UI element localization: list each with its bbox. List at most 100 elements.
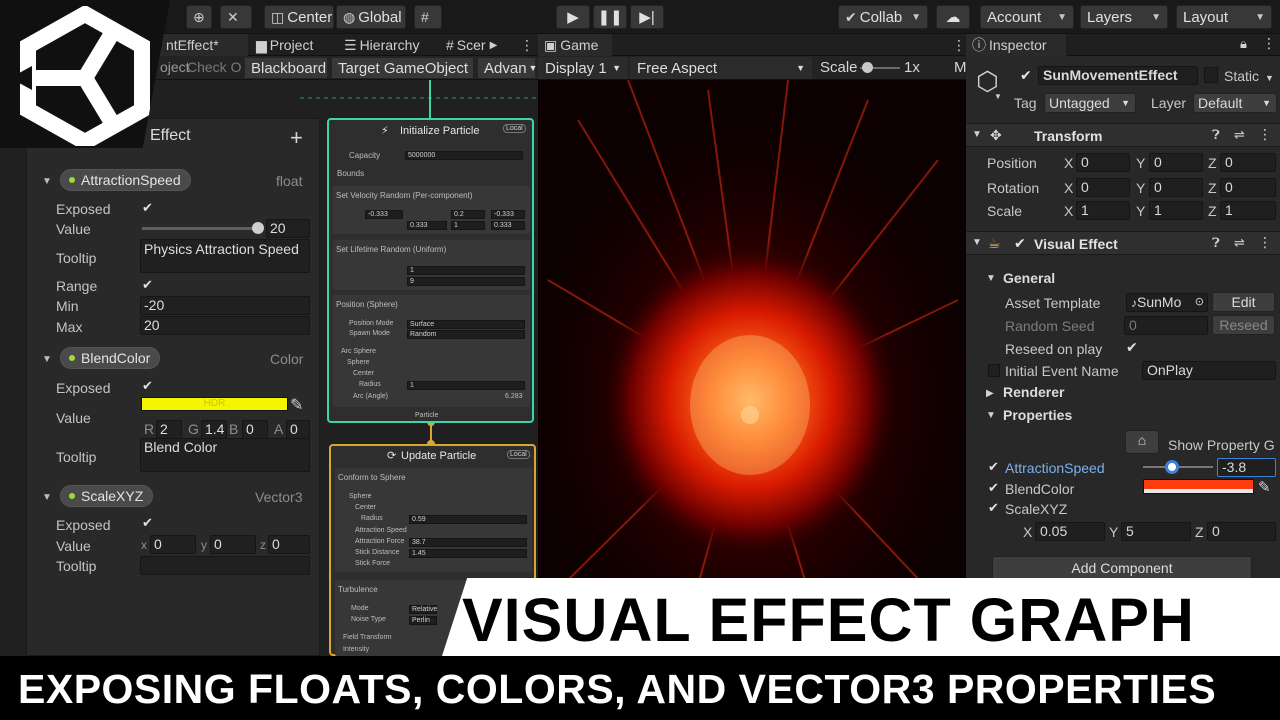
position-x[interactable]: 0 xyxy=(1076,153,1130,172)
local-badge[interactable]: Local xyxy=(503,124,526,133)
chevron-right-icon[interactable]: ▶ xyxy=(986,388,994,399)
help-icon[interactable]: ❓︎ xyxy=(1212,127,1220,143)
local-badge[interactable]: Local xyxy=(507,450,530,459)
pause-button[interactable]: ❚❚ xyxy=(593,5,627,29)
layout-dropdown[interactable]: Layout ▼ xyxy=(1176,5,1272,29)
add-property-button[interactable]: + xyxy=(290,127,303,149)
rotation-x[interactable]: 0 xyxy=(1076,178,1130,197)
vel-a-z[interactable]: -0.333 xyxy=(491,210,525,219)
reseed-button[interactable]: Reseed xyxy=(1212,315,1275,335)
eyedropper-icon[interactable]: ✎ xyxy=(1258,478,1271,496)
rotation-z[interactable]: 0 xyxy=(1220,178,1276,197)
eyedropper-icon[interactable]: ✎ xyxy=(290,395,303,415)
value-field[interactable]: 20 xyxy=(266,219,310,238)
enabled-checkbox[interactable]: ✔ xyxy=(1014,235,1026,252)
vel-b-x[interactable]: 0.333 xyxy=(407,221,447,230)
attraction-slider-handle[interactable] xyxy=(1165,460,1179,474)
tag-dropdown[interactable]: Untagged ▼ xyxy=(1044,93,1136,113)
object-name-field[interactable]: SunMovementEffect xyxy=(1038,66,1198,85)
tooltip-field[interactable] xyxy=(140,556,310,575)
color-swatch[interactable]: HDR xyxy=(141,397,288,411)
life-b-field[interactable]: 9 xyxy=(407,277,525,286)
a-field[interactable]: 0 xyxy=(286,420,310,439)
attraction-override-checkbox[interactable]: ✔ xyxy=(988,459,999,475)
set-lifetime-block[interactable]: Set Lifetime Random (Uniform) 1 9 xyxy=(333,240,530,290)
tooltip-field[interactable]: Blend Color xyxy=(140,438,310,472)
exposed-checkbox[interactable]: ✔ xyxy=(142,515,153,531)
vel-b-z[interactable]: 0.333 xyxy=(491,221,525,230)
check-out-label[interactable]: Check O xyxy=(187,59,241,75)
grid-snap-button[interactable]: # xyxy=(414,5,442,29)
presets-icon[interactable]: ⇌ xyxy=(1234,127,1245,143)
scale-xyz-y[interactable]: 5 xyxy=(1121,522,1191,541)
tab-vfx-graph[interactable]: ntEffect* xyxy=(160,34,248,56)
panel-menu-button[interactable]: ⋮ xyxy=(946,34,966,56)
position-z[interactable]: 0 xyxy=(1220,153,1276,172)
move-tool-button[interactable]: ⊕ xyxy=(186,5,212,29)
mode-field[interactable]: Relative xyxy=(409,605,437,614)
kebab-menu-icon[interactable]: ⋮ xyxy=(1262,35,1276,52)
exposed-checkbox[interactable]: ✔ xyxy=(142,378,153,394)
tab-inspector[interactable]: ⓘ Inspector xyxy=(966,34,1066,56)
cloud-button[interactable]: ☁ xyxy=(936,5,970,29)
vel-a-y[interactable]: 0.2 xyxy=(451,210,485,219)
exposed-checkbox[interactable]: ✔ xyxy=(142,200,153,216)
properties-foldout[interactable]: Properties xyxy=(1003,407,1072,423)
asset-template-field[interactable]: ♪SunMo ⊙ xyxy=(1126,293,1208,312)
conform-sphere-block[interactable]: Conform to Sphere Sphere Center Radius 0… xyxy=(335,468,532,572)
property-pill-scale-xyz[interactable]: ScaleXYZ xyxy=(60,485,154,507)
aspect-dropdown[interactable]: Free Aspect ▼ xyxy=(630,57,812,79)
general-foldout[interactable]: General xyxy=(1003,270,1055,286)
set-velocity-block[interactable]: Set Velocity Random (Per-component) -0.3… xyxy=(333,186,530,234)
custom-tool-button[interactable]: ✕ xyxy=(220,5,252,29)
tab-hierarchy[interactable]: ☰ Hierarchy xyxy=(338,34,438,56)
step-button[interactable]: ▶| xyxy=(630,5,664,29)
position-y[interactable]: 0 xyxy=(1149,153,1203,172)
property-pill-blend-color[interactable]: BlendColor xyxy=(60,347,161,369)
blackboard-button[interactable]: Blackboard xyxy=(244,57,328,79)
tab-project[interactable]: ▆ Project xyxy=(250,34,336,56)
spawn-mode-field[interactable]: Random xyxy=(407,330,525,339)
random-seed-field[interactable]: 0 xyxy=(1124,316,1208,335)
reseed-on-play-checkbox[interactable]: ✔ xyxy=(1126,339,1138,356)
min-field[interactable]: -20 xyxy=(140,296,310,315)
r-field[interactable]: 2 xyxy=(156,420,182,439)
attraction-force-field[interactable]: 38.7 xyxy=(409,538,527,547)
b-field[interactable]: 0 xyxy=(242,420,268,439)
blend-color-swatch[interactable] xyxy=(1143,479,1254,494)
g-field[interactable]: 1.4 xyxy=(201,420,227,439)
chevron-down-icon[interactable]: ▼ xyxy=(986,273,996,284)
initialize-particle-node[interactable]: ⚡ Initialize Particle Local Capacity 500… xyxy=(327,118,534,423)
capacity-field[interactable]: 5000000 xyxy=(405,151,523,160)
max-field[interactable]: 20 xyxy=(140,316,310,335)
arc-value[interactable]: 6.283 xyxy=(505,393,523,400)
rotation-y[interactable]: 0 xyxy=(1149,178,1203,197)
value-slider-handle[interactable] xyxy=(252,222,264,234)
value-slider-track[interactable] xyxy=(142,227,260,230)
stick-distance-field[interactable]: 1.45 xyxy=(409,549,527,558)
blend-override-checkbox[interactable]: ✔ xyxy=(988,480,999,496)
target-gameobject-button[interactable]: Target GameObject xyxy=(331,57,474,79)
initial-event-field[interactable]: OnPlay xyxy=(1142,361,1276,380)
caret-down-icon[interactable]: ▼ xyxy=(1265,73,1274,83)
kebab-menu-icon[interactable]: ⋮ xyxy=(1258,234,1272,251)
noise-type-field[interactable]: Perlin xyxy=(409,616,437,625)
game-viewport[interactable] xyxy=(538,80,966,656)
property-pill-attraction-speed[interactable]: AttractionSpeed xyxy=(60,169,191,191)
pivot-center-button[interactable]: ◫ Center xyxy=(264,5,334,29)
add-component-button[interactable]: Add Component xyxy=(992,556,1252,580)
scale-xyz-x[interactable]: 0.05 xyxy=(1035,522,1105,541)
tab-game[interactable]: ▣ Game xyxy=(538,34,612,56)
position-mode-field[interactable]: Surface xyxy=(407,320,525,329)
layers-dropdown[interactable]: Layers ▼ xyxy=(1080,5,1168,29)
scale-override-checkbox[interactable]: ✔ xyxy=(988,500,999,516)
active-checkbox[interactable]: ✔ xyxy=(1020,67,1032,84)
visual-effect-header[interactable]: ▼ ☕︎ ✔ Visual Effect ❓︎ ⇌ ⋮ xyxy=(966,231,1280,255)
z-field[interactable]: 0 xyxy=(268,535,310,554)
x-field[interactable]: 0 xyxy=(150,535,196,554)
play-button[interactable]: ▶ xyxy=(556,5,590,29)
vel-a-x[interactable]: -0.333 xyxy=(365,210,403,219)
transform-header[interactable]: ▼ ✥ Transform ❓︎ ⇌ ⋮ xyxy=(966,123,1280,147)
pivot-global-button[interactable]: ◍ Global xyxy=(336,5,406,29)
advanced-dropdown[interactable]: Advan ▼ xyxy=(477,57,537,79)
